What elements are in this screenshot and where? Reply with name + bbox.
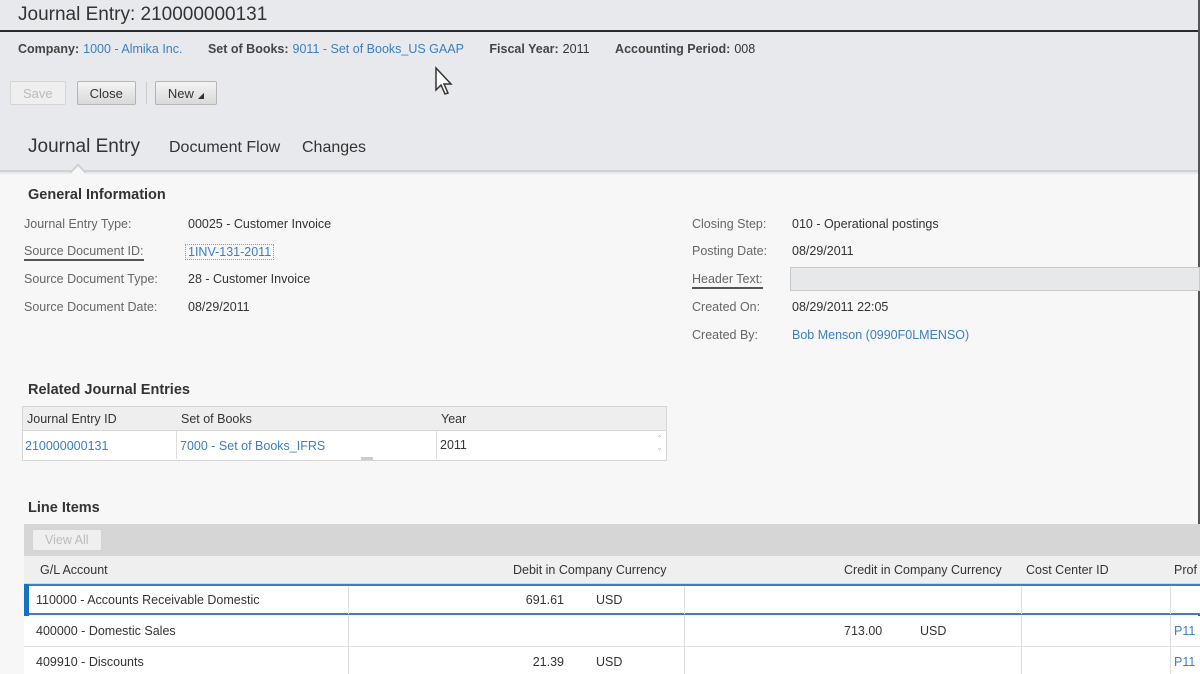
table-row[interactable]: 110000 - Accounts Receivable Domestic 69… [24, 584, 1200, 617]
related-journal-entries-title: Related Journal Entries [28, 382, 190, 398]
col-journal-entry-id[interactable]: Journal Entry ID [27, 412, 117, 426]
related-entries-table: Journal Entry ID Set of Books Year 21000… [22, 406, 667, 461]
column-divider [1170, 647, 1171, 674]
accounting-period-label: Accounting Period: [615, 42, 731, 56]
created-on-value: 08/29/2011 22:05 [792, 300, 889, 314]
set-of-books-link[interactable]: 9011 - Set of Books_US GAAP [293, 42, 464, 56]
related-year: 2011 [440, 438, 467, 452]
column-divider [684, 616, 685, 647]
toolbar-separator [145, 82, 147, 104]
line-items-header: G/L Account Debit in Company Currency Cr… [24, 556, 1200, 584]
column-divider [1170, 586, 1171, 614]
posting-date-value: 08/29/2011 [792, 244, 854, 258]
closing-step-label: Closing Step: [692, 217, 767, 231]
debit-amount: 691.61 [525, 593, 564, 607]
header-info-bar: Company: 1000 - Almika Inc. Set of Books:… [18, 42, 777, 56]
credit-amount: 713.00 [844, 624, 883, 638]
debit-amount: 21.39 [532, 655, 564, 669]
column-divider [1021, 616, 1022, 647]
set-of-books-label: Set of Books: [207, 42, 289, 56]
col-set-of-books[interactable]: Set of Books [181, 412, 252, 426]
company-label: Company: [18, 42, 80, 56]
source-document-date-value: 08/29/2011 [188, 300, 250, 314]
related-entry-id-link[interactable]: 210000000131 [25, 439, 108, 453]
related-set-of-books-link[interactable]: 7000 - Set of Books_IFRS [180, 439, 325, 453]
created-by-label: Created By: [692, 328, 759, 342]
col-debit[interactable]: Debit in Company Currency [513, 563, 667, 577]
column-divider [1021, 586, 1022, 614]
chevron-up-icon[interactable]: ⌃ [656, 434, 663, 443]
debit-currency: USD [596, 593, 623, 607]
column-divider [1021, 647, 1022, 674]
created-by-link[interactable]: Bob Menson (0990F0LMENSO) [792, 328, 969, 342]
column-divider [436, 431, 437, 459]
header-text-label: Header Text: [692, 272, 763, 289]
source-document-type-value: 28 - Customer Invoice [188, 272, 311, 286]
source-document-id-link[interactable]: 1INV-131-2011 [185, 244, 275, 260]
source-document-id-label: Source Document ID: [24, 244, 144, 261]
created-on-label: Created On: [692, 300, 761, 314]
source-document-type-label: Source Document Type: [24, 272, 158, 286]
gl-account: 409910 - Discounts [36, 655, 144, 669]
tab-journal-entry[interactable]: Journal Entry [28, 136, 140, 158]
company-link[interactable]: 1000 - Almika Inc. [83, 42, 182, 56]
table-row[interactable]: 409910 - Discounts 21.39 USD P11 [24, 647, 1200, 674]
header-text-input[interactable] [790, 267, 1200, 291]
close-button[interactable]: Close [76, 81, 136, 105]
general-information-title: General Information [28, 187, 166, 203]
fiscal-year-label: Fiscal Year: [489, 42, 559, 56]
tab-document-flow[interactable]: Document Flow [169, 139, 280, 157]
line-items-table: View All G/L Account Debit in Company Cu… [24, 524, 1200, 674]
column-divider [348, 647, 349, 674]
gl-account: 110000 - Accounts Receivable Domestic [36, 593, 260, 607]
column-divider [176, 431, 177, 459]
save-button[interactable]: Save [10, 81, 66, 105]
column-divider [684, 586, 685, 614]
debit-currency: USD [596, 655, 623, 669]
resize-handle[interactable] [361, 457, 373, 460]
column-divider [348, 586, 349, 614]
table-row[interactable]: 400000 - Domestic Sales 713.00 USD P11 [24, 616, 1200, 647]
line-items-title: Line Items [28, 500, 100, 516]
column-divider [1170, 616, 1171, 647]
scrollbar[interactable]: ⌃ ⌄ [656, 434, 663, 452]
selection-marker [24, 584, 29, 617]
journal-entry-type-label: Journal Entry Type: [24, 217, 132, 231]
new-button-label: New [167, 85, 194, 101]
column-divider [684, 647, 685, 674]
col-cost-center[interactable]: Cost Center ID [1026, 563, 1109, 577]
source-document-date-label: Source Document Date: [24, 300, 158, 314]
line-items-toolbar: View All [24, 524, 1200, 556]
chevron-down-icon[interactable]: ⌄ [656, 443, 663, 452]
mouse-cursor-icon [435, 66, 453, 95]
col-gl-account[interactable]: G/L Account [40, 563, 108, 577]
profit-center-link[interactable]: P11 [1174, 655, 1195, 669]
fiscal-year-value: 2011 [562, 42, 590, 56]
view-all-button[interactable]: View All [32, 529, 102, 551]
col-profit-center[interactable]: Prof [1174, 563, 1197, 577]
tab-changes[interactable]: Changes [302, 139, 366, 157]
closing-step-value: 010 - Operational postings [792, 217, 939, 231]
new-button[interactable]: New ◢ [154, 81, 218, 105]
page-title: Journal Entry: 210000000131 [18, 4, 268, 25]
related-table-header: Journal Entry ID Set of Books Year [23, 407, 666, 431]
toolbar: Save Close New ◢ [10, 81, 218, 105]
gl-account: 400000 - Domestic Sales [36, 624, 176, 638]
column-divider [348, 616, 349, 647]
profit-center-link[interactable]: P11 [1174, 624, 1195, 638]
tab-bar: Journal Entry Document Flow Changes [0, 126, 1198, 172]
journal-entry-type-value: 00025 - Customer Invoice [188, 217, 332, 231]
caret-down-icon: ◢ [197, 90, 205, 100]
posting-date-label: Posting Date: [692, 244, 768, 258]
col-credit[interactable]: Credit in Company Currency [844, 563, 1002, 577]
credit-currency: USD [920, 624, 947, 638]
title-bar: Journal Entry: 210000000131 [0, 0, 1200, 32]
col-year[interactable]: Year [441, 412, 466, 426]
accounting-period-value: 008 [734, 42, 756, 56]
